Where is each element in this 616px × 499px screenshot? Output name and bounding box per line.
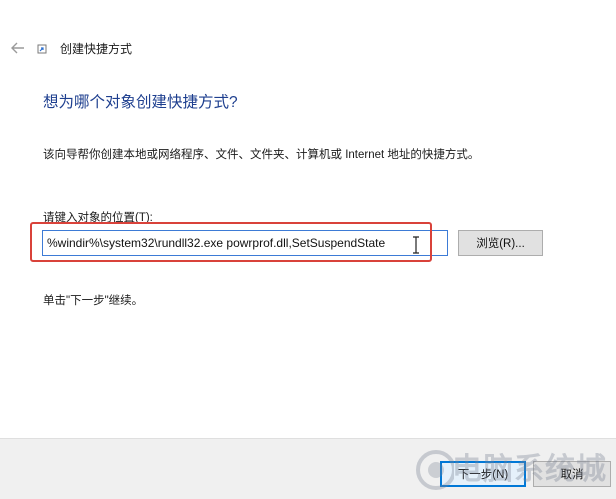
page-heading: 想为哪个对象创建快捷方式?	[43, 94, 238, 111]
create-shortcut-window: 创建快捷方式 想为哪个对象创建快捷方式? 该向导帮你创建本地或网络程序、文件、文…	[0, 0, 616, 499]
shortcut-wizard-icon	[37, 44, 47, 54]
next-button[interactable]: 下一步(N)	[440, 461, 526, 487]
back-arrow-icon	[11, 42, 24, 54]
browse-button[interactable]: 浏览(R)...	[458, 230, 543, 256]
continue-instruction: 单击"下一步"继续。	[43, 295, 144, 307]
location-input[interactable]	[42, 230, 448, 256]
back-button[interactable]	[7, 37, 29, 59]
cancel-button[interactable]: 取消	[533, 461, 611, 487]
location-field-label: 请键入对象的位置(T):	[43, 212, 153, 224]
wizard-header: 创建快捷方式	[0, 0, 616, 88]
window-title: 创建快捷方式	[60, 42, 133, 56]
wizard-description: 该向导帮你创建本地或网络程序、文件、文件夹、计算机或 Internet 地址的快…	[43, 149, 480, 161]
